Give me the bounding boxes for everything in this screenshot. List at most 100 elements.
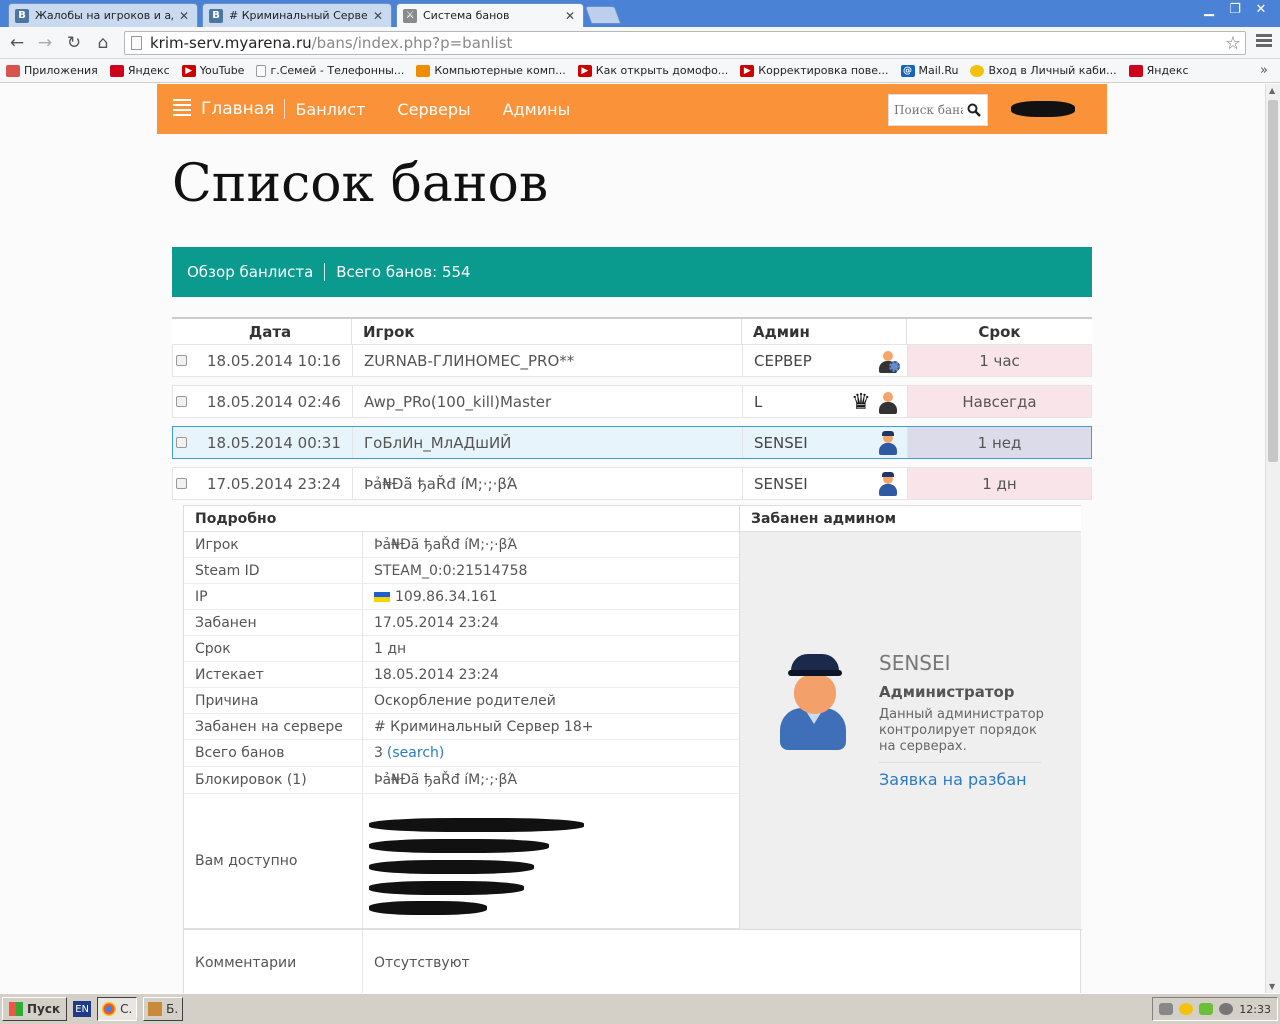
redacted-username[interactable] [1011,101,1075,117]
taskbar-app[interactable]: Б. [143,997,184,1021]
redacted-actions[interactable] [369,881,524,895]
volume-icon[interactable] [1219,1003,1234,1015]
browser-menu-icon[interactable] [1256,34,1272,49]
page-icon [131,36,142,50]
youtube-icon: ▶ [181,64,196,77]
bookmark-star-icon[interactable]: ☆ [1225,33,1241,54]
table-row[interactable]: 17.05.2014 23:24 Þả₦Ðã ђaŘđ íΜ;·;·βΆ SEN… [172,467,1092,500]
mailru-icon: @ [900,64,915,77]
column-admin[interactable]: Админ [742,319,907,344]
redacted-actions[interactable] [369,901,487,915]
reload-icon[interactable]: ↻ [63,32,85,54]
bookmarks-bar: Приложения Яндекс ▶ YouTube г.Семей - Тел… [0,59,1280,83]
scrollbar-thumb[interactable] [1268,100,1278,462]
row-checkbox[interactable] [176,396,187,407]
details-header: Подробно [184,506,739,532]
ban-search-input[interactable] [889,96,963,124]
detail-row-comments: Комментарии Отсутствуют [184,929,1082,993]
scroll-up-icon[interactable]: ▲ [1269,86,1275,95]
column-player[interactable]: Игрок [352,319,742,344]
scroll-down-icon[interactable]: ▼ [1269,982,1275,991]
row-checkbox[interactable] [176,478,187,489]
column-date[interactable]: Дата [172,319,352,344]
bookmark-apps[interactable]: Приложения [6,64,98,77]
search-icon[interactable] [963,103,985,117]
ban-details-panel: Подробно Игрок Þả₦Ðã ђaŘđ íΜ;·;·βΆ Steam… [183,505,1082,993]
forward-arrow-icon[interactable]: → [34,32,56,54]
browser-tab-server[interactable]: В # Криминальный Сервер 1! ✕ [202,3,392,27]
close-window-icon[interactable]: ✕ [1248,0,1274,18]
redacted-actions[interactable] [369,860,534,874]
system-tray: 12:33 [1152,997,1278,1021]
ban-term: 1 нед [908,427,1091,458]
bookmark-cabinet[interactable]: Вход в Личный каби... [970,64,1117,77]
column-term[interactable]: Срок [907,319,1092,344]
ban-admin: SENSEI [743,468,908,499]
bookmark-correction[interactable]: ▶ Корректировка пове... [740,64,889,77]
browser-toolbar: ← → ↻ ⌂ krim-serv.myarena.ru/bans/index.… [0,27,1280,59]
crown-icon: ♛ [851,389,871,415]
page-scrollbar[interactable]: ▲ ▼ [1265,84,1280,993]
close-tab-icon[interactable]: ✕ [179,9,189,23]
ban-date: 18.05.2014 00:31 [190,427,353,458]
notification-icon[interactable] [1159,1003,1174,1015]
row-checkbox[interactable] [176,355,187,366]
home-icon[interactable]: ⌂ [92,32,114,54]
detail-row-steamid: Steam ID STEAM_0:0:21514758 [184,558,739,584]
nav-servers-link[interactable]: Серверы [397,100,470,119]
unban-request-link[interactable]: Заявка на разбан [879,770,1027,789]
bookmark-intercom[interactable]: ▶ Как открыть домофо... [577,64,728,77]
url-path: /bans/index.php?p=banlist [311,34,513,52]
banned-by-admin-panel: Забанен админом SENSEI Администратор Дан… [739,506,1081,929]
app-icon [148,1002,163,1016]
new-tab-button[interactable] [584,6,622,24]
redacted-actions[interactable] [369,839,549,853]
bookmark-yandex[interactable]: Яндекс [109,64,170,77]
start-button[interactable]: Пуск [2,997,68,1021]
ban-search-box [888,94,988,126]
os-taskbar: Пуск EN С. Б. 12:33 [0,993,1280,1024]
restore-window-icon[interactable]: ❐ [1222,0,1248,18]
menu-hamburger-icon[interactable] [173,99,191,119]
nav-admins-link[interactable]: Админы [503,100,571,119]
search-bans-link[interactable]: (search) [387,745,444,761]
table-row-selected[interactable]: 18.05.2014 00:31 ГоБлИн_МлАДшИЙ SENSEI 1… [172,426,1092,459]
banlist-summary-bar: Обзор банлиста Всего банов: 554 [172,247,1092,297]
vk-favicon-icon: В [209,8,223,23]
bookmark-semey[interactable]: г.Семей - Телефонны... [256,64,404,77]
detail-row-access: Вам доступно [184,794,739,929]
table-row[interactable]: 18.05.2014 02:46 Awp_PRo(100_kill)Master… [172,385,1092,418]
beeline-icon[interactable] [1179,1003,1194,1015]
ban-term: 1 дн [908,468,1091,499]
browser-tab-complaints[interactable]: В Жалобы на игроков и адм ✕ [8,3,198,27]
taskbar-chrome[interactable]: С. [97,997,138,1021]
bookmark-computers[interactable]: Компьютерные комп... [416,64,566,77]
yandex-icon [109,64,124,77]
site-navbar: Главная Банлист Серверы Админы [157,84,1107,134]
language-indicator[interactable]: EN [73,1001,92,1017]
police-admin-avatar-icon [780,654,846,750]
admin-role: Администратор [879,683,1015,701]
police-admin-icon [877,431,899,455]
network-icon[interactable] [1199,1003,1214,1015]
ban-player: ZURNAB-ГЛИНОМЕС_PRO** [353,345,743,376]
nav-banlist-link[interactable]: Банлист [295,100,365,119]
nav-home-link[interactable]: Главная [201,99,286,119]
back-arrow-icon[interactable]: ← [6,32,28,54]
redacted-actions[interactable] [369,818,584,832]
bookmark-youtube[interactable]: ▶ YouTube [181,64,244,77]
ban-admin-name: СЕРВЕР [754,351,812,370]
bookmark-mailru[interactable]: @ Mail.Ru [900,64,958,77]
address-bar[interactable]: krim-serv.myarena.ru/bans/index.php?p=ba… [124,31,1246,55]
bookmark-yandex-2[interactable]: Яндекс [1128,64,1189,77]
ban-player: ГоБлИн_МлАДшИЙ [353,427,743,458]
more-bookmarks-icon[interactable]: » [1260,63,1268,78]
detail-row-expires: Истекает 18.05.2014 23:24 [184,662,739,688]
minimize-window-icon[interactable]: ▁ [1196,0,1222,18]
close-tab-icon[interactable]: ✕ [373,9,383,23]
row-checkbox[interactable] [176,437,187,448]
browser-tab-bans[interactable]: ⚔ Система банов ✕ [396,3,584,27]
table-row[interactable]: 18.05.2014 10:16 ZURNAB-ГЛИНОМЕС_PRO** С… [172,344,1092,377]
close-tab-icon[interactable]: ✕ [565,9,575,23]
vk-favicon-icon: В [15,8,29,23]
